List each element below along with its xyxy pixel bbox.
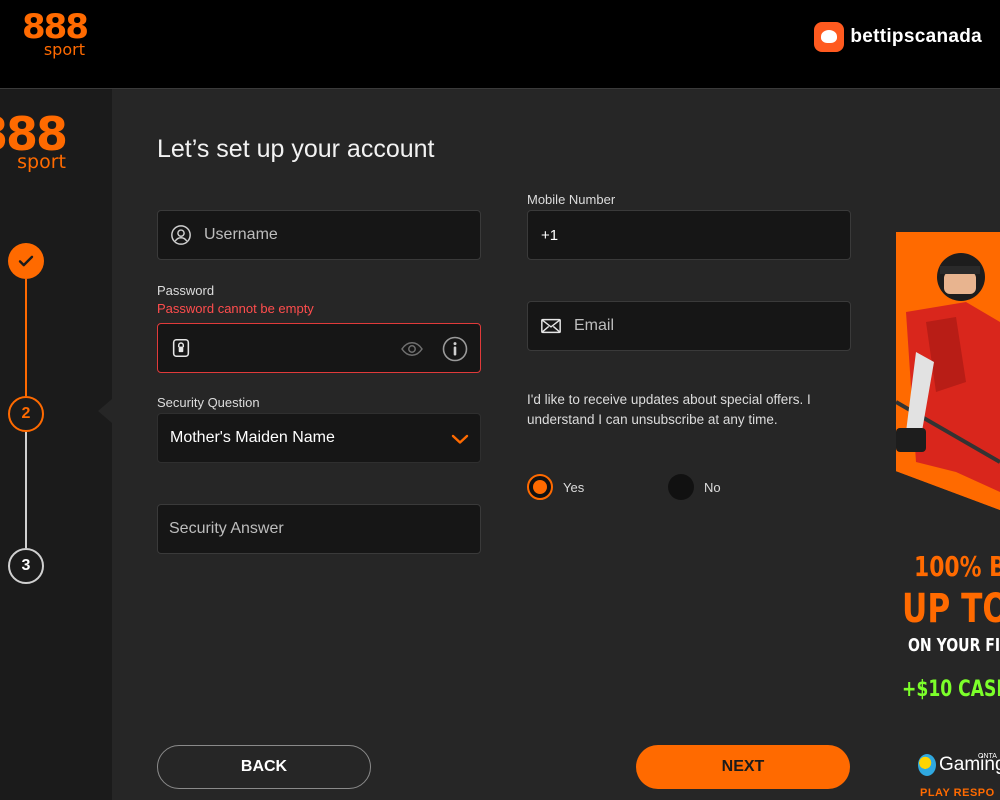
hockey-player-illustration (896, 232, 1000, 510)
step-2-current: 2 (8, 396, 44, 432)
chevron-down-icon (451, 434, 469, 444)
partner-logo-icon (814, 22, 845, 52)
email-placeholder: Email (574, 317, 615, 334)
user-icon (171, 225, 191, 245)
promo-headline-1: 100% BO (914, 550, 1000, 583)
lock-icon (172, 338, 190, 358)
mobile-field[interactable]: +1 (527, 210, 851, 260)
mobile-value: +1 (541, 226, 559, 244)
password-label: Password (157, 283, 215, 298)
back-button[interactable]: BACK (157, 745, 371, 789)
password-error: Password cannot be empty (157, 301, 314, 316)
top-bar: 888 sport bettipscanada (0, 0, 1000, 89)
security-answer-placeholder: Security Answer (169, 520, 284, 537)
username-placeholder: Username (204, 226, 278, 243)
marketing-consent-text: I'd like to receive updates about specia… (527, 392, 811, 427)
username-field[interactable]: Username (157, 210, 481, 260)
promo-subline: ON YOUR FIRST (908, 635, 1000, 656)
igaming-icon (918, 754, 936, 776)
partner-logo: bettipscanada (814, 22, 982, 52)
promo-casino-bonus: +$10 CASINO (902, 677, 1000, 702)
play-responsibly-text: PLAY RESPO (920, 787, 995, 799)
consent-no-radio[interactable]: No (668, 474, 721, 500)
consent-yes-label: Yes (563, 479, 585, 495)
promo-banner[interactable]: 100% BO UP TO $ ON YOUR FIRST +$10 CASIN… (896, 232, 1000, 800)
email-field[interactable]: Email (527, 301, 851, 351)
radio-unselected-icon (668, 474, 694, 500)
step-1-done (8, 243, 44, 279)
step-3: 3 (8, 548, 44, 584)
eye-icon[interactable] (400, 337, 424, 361)
check-icon (18, 255, 34, 267)
brand-logo[interactable]: 888 sport (22, 10, 89, 58)
steps-sidebar: 888 sport 2 3 (0, 89, 112, 800)
promo-headline-2: UP TO $ (902, 586, 1000, 632)
password-field[interactable] (157, 323, 481, 373)
sidebar-brand-logo: 888 sport (0, 107, 68, 173)
security-question-value: Mother's Maiden Name (170, 429, 335, 446)
consent-yes-radio[interactable]: Yes (527, 474, 584, 500)
step-pointer (98, 399, 112, 423)
security-question-label: Security Question (157, 395, 260, 410)
page-title: Let’s set up your account (157, 135, 435, 163)
security-answer-field[interactable]: Security Answer (157, 504, 481, 554)
next-button[interactable]: NEXT (636, 745, 850, 789)
mobile-label: Mobile Number (527, 192, 616, 207)
radio-selected-icon (527, 474, 553, 500)
info-icon[interactable] (442, 336, 468, 362)
igaming-small-text: ONTA (978, 753, 997, 760)
partner-logo-text: bettipscanada (850, 26, 982, 47)
hockey-player-image (896, 232, 1000, 510)
step-connector (25, 279, 27, 396)
consent-no-label: No (704, 479, 721, 495)
step-connector (25, 432, 27, 548)
security-question-select[interactable]: Mother's Maiden Name (157, 413, 481, 463)
envelope-icon (541, 318, 561, 334)
